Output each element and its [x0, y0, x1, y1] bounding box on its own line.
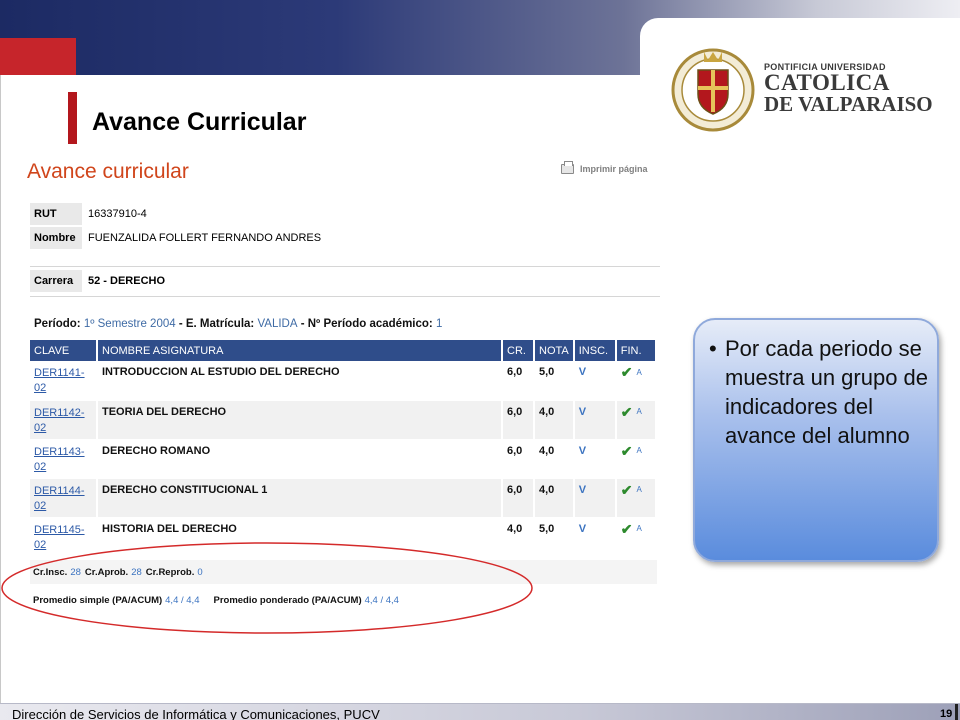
page-number-rule [955, 704, 958, 720]
course-code-link[interactable]: DER1143-02 [34, 445, 92, 475]
table-row: DER1142-02 TEORIA DEL DERECHO 6,0 4,0 V … [30, 400, 658, 440]
header-cr: CR. [502, 340, 535, 361]
rut-label: RUT [30, 203, 82, 225]
table-header-row: CLAVE NOMBRE ASIGNATURA CR. NOTA INSC. F… [30, 340, 658, 361]
table-row: DER1141-02 INTRODUCCION AL ESTUDIO DEL D… [30, 361, 658, 401]
nombre-row: Nombre FUENZALIDA FOLLERT FERNANDO ANDRE… [30, 227, 321, 249]
course-fin: A [636, 524, 642, 533]
callout-box: • Por cada periodo se muestra un grupo d… [693, 318, 939, 562]
table-row: DER1144-02 DERECHO CONSTITUCIONAL 1 6,0 … [30, 478, 658, 518]
course-insc: V [573, 361, 617, 401]
course-fin: A [636, 367, 642, 377]
course-credits: 6,0 [502, 478, 535, 518]
slide-title: Avance Curricular [92, 108, 307, 136]
university-seal-icon [671, 48, 755, 132]
rut-row: RUT 16337910-4 [30, 203, 147, 225]
course-insc: V [573, 439, 617, 479]
periodo-label: Período: [34, 318, 81, 330]
title-accent-bar [68, 92, 77, 144]
header-nombre: NOMBRE ASIGNATURA [97, 340, 503, 361]
matricula-label: E. Matrícula: [185, 318, 255, 330]
course-insc: V [573, 478, 617, 518]
course-insc: V [573, 517, 617, 557]
courses-table: CLAVE NOMBRE ASIGNATURA CR. NOTA INSC. F… [30, 340, 658, 557]
course-insc: V [573, 400, 617, 440]
course-name: DERECHO ROMANO [97, 439, 503, 479]
footer-bar: Dirección de Servicios de Informática y … [0, 703, 960, 720]
table-row: DER1143-02 DERECHO ROMANO 6,0 4,0 V ✔ A [30, 439, 658, 479]
footer-text: Dirección de Servicios de Informática y … [12, 707, 380, 720]
course-code-link[interactable]: DER1141-02 [34, 366, 92, 396]
print-page-link[interactable]: Imprimir página [561, 161, 648, 174]
highlight-ellipse [1, 542, 533, 634]
rut-value: 16337910-4 [88, 208, 147, 220]
header-insc: INSC. [573, 340, 617, 361]
course-grade: 4,0 [534, 400, 575, 440]
check-icon: ✔ [620, 364, 633, 380]
periodo-num-label: Nº Período académico: [307, 318, 433, 330]
university-line2: CATOLICA [764, 70, 890, 95]
university-line3: DE VALPARAISO [764, 92, 933, 116]
red-accent-block [0, 38, 76, 75]
course-grade: 5,0 [534, 361, 575, 401]
printer-icon [561, 161, 574, 174]
course-credits: 6,0 [502, 361, 535, 401]
carrera-value: 52 - DERECHO [88, 275, 166, 287]
matricula-value: VALIDA [257, 318, 298, 330]
course-credits: 6,0 [502, 439, 535, 479]
header-nota: NOTA [534, 340, 575, 361]
page-number: 19 [940, 708, 953, 720]
callout-bullet: • [709, 336, 717, 361]
course-grade: 4,0 [534, 478, 575, 518]
course-credits: 6,0 [502, 400, 535, 440]
callout-text: Por cada periodo se muestra un grupo de … [725, 336, 929, 448]
course-code-link[interactable]: DER1144-02 [34, 484, 92, 514]
nombre-label: Nombre [30, 227, 82, 249]
check-icon: ✔ [620, 520, 633, 537]
print-page-label: Imprimir página [580, 164, 648, 174]
periodo-value: 1º Semestre 2004 [83, 318, 176, 330]
course-fin: A [636, 407, 642, 416]
separator [30, 296, 660, 297]
course-code-link[interactable]: DER1142-02 [34, 406, 92, 436]
separator [30, 266, 660, 267]
page-heading: Avance curricular [27, 160, 189, 183]
header-fin: FIN. [615, 340, 658, 361]
check-icon: ✔ [620, 403, 633, 420]
course-name: TEORIA DEL DERECHO [97, 400, 503, 440]
check-icon: ✔ [620, 442, 633, 459]
periodo-line: Período: 1º Semestre 2004 - E. Matrícula… [34, 318, 443, 330]
carrera-row: Carrera 52 - DERECHO [30, 270, 165, 292]
university-name: PONTIFICIA UNIVERSIDAD CATOLICA DE VALPA… [764, 62, 933, 115]
course-name: INTRODUCCION AL ESTUDIO DEL DERECHO [97, 361, 503, 401]
course-fin: A [636, 485, 642, 494]
nombre-value: FUENZALIDA FOLLERT FERNANDO ANDRES [88, 232, 322, 244]
header-clave: CLAVE [30, 340, 98, 361]
carrera-label: Carrera [30, 270, 82, 292]
course-name: DERECHO CONSTITUCIONAL 1 [97, 478, 503, 518]
course-fin: A [636, 446, 642, 455]
periodo-num-value: 1 [435, 318, 443, 330]
check-icon: ✔ [620, 481, 633, 498]
callout-content: • Por cada periodo se muestra un grupo d… [709, 334, 929, 450]
course-grade: 4,0 [534, 439, 575, 479]
